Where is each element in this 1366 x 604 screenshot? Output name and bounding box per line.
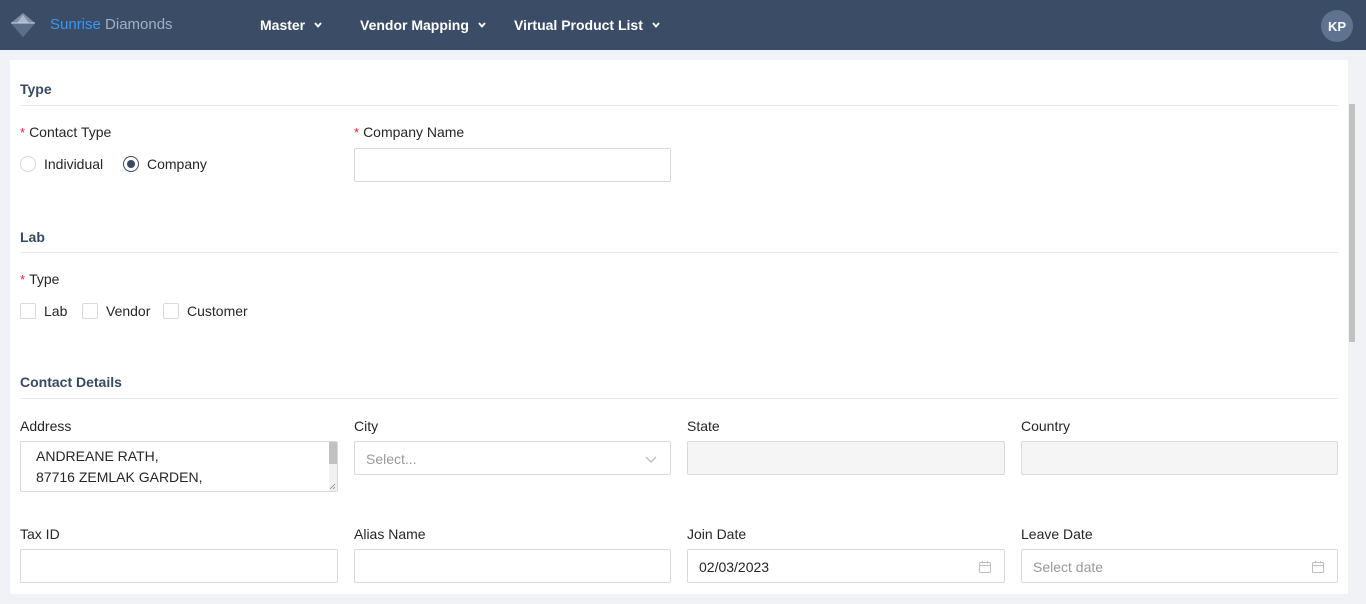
nav-master-label: Master — [260, 17, 306, 33]
lab-type-label-text: Type — [29, 271, 60, 287]
company-name-input[interactable] — [354, 148, 671, 182]
address-textarea[interactable]: ANDREANE RATH, 87716 ZEMLAK GARDEN, — [20, 441, 338, 492]
company-name-label-text: Company Name — [363, 124, 465, 140]
checkbox-customer-label: Customer — [187, 303, 248, 319]
section-title-contact-details: Contact Details — [20, 374, 122, 390]
brand-name-part1: Sunrise — [50, 16, 101, 33]
checkbox-customer[interactable]: Customer — [163, 302, 248, 320]
chevron-down-icon — [478, 22, 486, 28]
checkbox-vendor[interactable]: Vendor — [82, 302, 150, 320]
brand-name[interactable]: Sunrise Diamonds — [50, 16, 173, 34]
calendar-icon[interactable] — [978, 560, 992, 574]
lab-type-label: * Type — [20, 270, 59, 289]
form-card — [10, 60, 1348, 594]
textarea-scrollbar-thumb[interactable] — [329, 442, 337, 464]
nav-virtual-product-list-label: Virtual Product List — [514, 17, 643, 33]
contact-type-label-text: Contact Type — [29, 124, 112, 140]
section-divider — [20, 398, 1338, 399]
chevron-down-icon — [652, 22, 660, 28]
state-input — [687, 441, 1005, 475]
checkbox-lab-label: Lab — [44, 303, 68, 319]
nav-vendor-mapping-label: Vendor Mapping — [360, 17, 469, 33]
alias-name-label: Alias Name — [354, 526, 426, 542]
city-select[interactable]: Select... — [354, 441, 671, 475]
checkbox-lab[interactable]: Lab — [20, 302, 67, 320]
page-scrollbar-thumb[interactable] — [1349, 104, 1355, 342]
leave-date-picker[interactable]: Select date — [1021, 549, 1338, 583]
required-mark: * — [20, 125, 26, 140]
address-line-1: ANDREANE RATH, — [36, 448, 159, 464]
section-divider — [20, 252, 1338, 253]
radio-circle[interactable] — [20, 156, 36, 172]
required-mark: * — [20, 272, 26, 287]
city-label: City — [354, 418, 379, 434]
user-avatar[interactable]: KP — [1321, 10, 1353, 42]
chevron-down-icon — [645, 456, 657, 463]
join-date-picker[interactable]: 02/03/2023 — [687, 549, 1005, 583]
section-divider — [20, 105, 1338, 106]
radio-company-label: Company — [147, 156, 207, 172]
country-label: Country — [1021, 418, 1071, 434]
required-mark: * — [354, 125, 360, 140]
nav-master[interactable]: Master — [260, 16, 323, 34]
checkbox-box[interactable] — [82, 303, 98, 319]
state-label: State — [687, 418, 720, 434]
nav-vendor-mapping[interactable]: Vendor Mapping — [360, 16, 487, 34]
resize-handle-icon[interactable] — [329, 483, 336, 490]
company-name-label: * Company Name — [354, 123, 464, 142]
checkbox-box[interactable] — [163, 303, 179, 319]
country-input — [1021, 441, 1338, 475]
top-navbar: Sunrise Diamonds Master Vendor Mapping V… — [0, 0, 1366, 50]
nav-virtual-product-list[interactable]: Virtual Product List — [514, 16, 661, 34]
join-date-value: 02/03/2023 — [699, 559, 770, 575]
section-title-lab: Lab — [20, 229, 45, 245]
city-select-placeholder: Select... — [366, 451, 417, 467]
tax-id-input[interactable] — [20, 549, 338, 583]
diamond-logo-icon[interactable] — [8, 10, 38, 40]
checkbox-box[interactable] — [20, 303, 36, 319]
chevron-down-icon — [314, 22, 322, 28]
contact-type-label: * Contact Type — [20, 123, 111, 142]
brand-name-part2: Diamonds — [105, 16, 173, 33]
leave-date-placeholder: Select date — [1033, 559, 1104, 575]
address-line-2: 87716 ZEMLAK GARDEN, — [36, 469, 203, 485]
radio-individual[interactable]: Individual — [20, 155, 103, 173]
radio-individual-label: Individual — [44, 156, 104, 172]
alias-name-input[interactable] — [354, 549, 671, 583]
radio-company[interactable]: Company — [123, 155, 207, 173]
tax-id-label: Tax ID — [20, 526, 60, 542]
section-title-type: Type — [20, 81, 52, 97]
leave-date-label: Leave Date — [1021, 526, 1093, 542]
radio-circle-checked[interactable] — [123, 156, 139, 172]
checkbox-vendor-label: Vendor — [106, 303, 151, 319]
join-date-label: Join Date — [687, 526, 747, 542]
calendar-icon[interactable] — [1311, 560, 1325, 574]
address-label: Address — [20, 418, 72, 434]
